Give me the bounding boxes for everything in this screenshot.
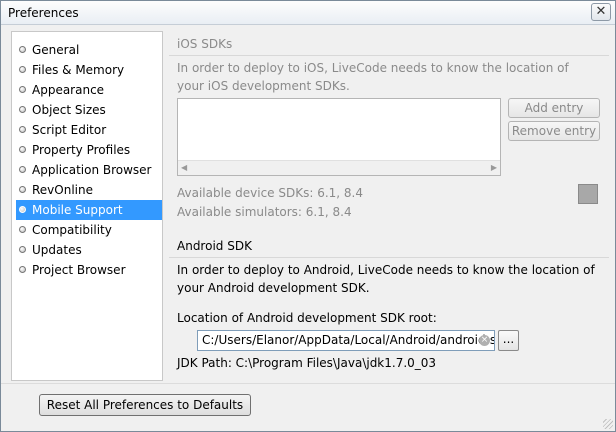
ios-description: In order to deploy to iOS, LiveCode need… bbox=[177, 61, 569, 93]
android-sdk-path-field[interactable]: C:/Users/Elanor/AppData/Local/Android/an… bbox=[197, 330, 495, 351]
close-icon: ✕ bbox=[595, 4, 607, 19]
sidebar-item-label: Project Browser bbox=[32, 263, 126, 277]
bullet-icon bbox=[19, 66, 26, 73]
sidebar-item-script-editor[interactable]: Script Editor bbox=[16, 120, 162, 140]
android-section-divider bbox=[169, 257, 609, 258]
sidebar-item-general[interactable]: General bbox=[16, 40, 162, 60]
available-simulators: Available simulators: 6.1, 8.4 bbox=[177, 205, 352, 219]
bullet-icon bbox=[19, 46, 26, 53]
sidebar-item-label: General bbox=[32, 43, 80, 57]
jdk-path-label: JDK Path: C:\Program Files\Java\jdk1.7.0… bbox=[177, 356, 437, 370]
sidebar-item-project-browser[interactable]: Project Browser bbox=[16, 260, 162, 280]
sidebar-item-updates[interactable]: Updates bbox=[16, 240, 162, 260]
bullet-icon bbox=[19, 146, 26, 153]
sidebar-item-label: Appearance bbox=[32, 83, 105, 97]
android-description: In order to deploy to Android, LiveCode … bbox=[177, 263, 595, 295]
sidebar-item-label: Updates bbox=[32, 243, 82, 257]
sidebar-item-application-browser[interactable]: Application Browser bbox=[16, 160, 162, 180]
sidebar-item-label: Object Sizes bbox=[32, 103, 106, 117]
sidebar-item-label: Property Profiles bbox=[32, 143, 131, 157]
android-section-title: Android SDK bbox=[177, 239, 252, 253]
sidebar-item-label: Script Editor bbox=[32, 123, 107, 137]
ios-section-divider bbox=[169, 55, 609, 56]
sidebar-item-label: Mobile Support bbox=[32, 203, 123, 217]
ios-sdk-list[interactable]: ◀ ▶ bbox=[177, 98, 501, 176]
ios-section-title: iOS SDKs bbox=[177, 37, 233, 51]
sidebar-item-property-profiles[interactable]: Property Profiles bbox=[16, 140, 162, 160]
status-swatch bbox=[578, 184, 598, 204]
reset-preferences-button[interactable]: Reset All Preferences to Defaults bbox=[39, 394, 251, 416]
sidebar-item-object-sizes[interactable]: Object Sizes bbox=[16, 100, 162, 120]
preferences-category-list: General Files & Memory Appearance Object Si… bbox=[11, 31, 163, 381]
sidebar-item-appearance[interactable]: Appearance bbox=[16, 80, 162, 100]
android-sdk-path-value: C:/Users/Elanor/AppData/Local/Android/an… bbox=[202, 333, 495, 347]
available-device-sdks: Available device SDKs: 6.1, 8.4 bbox=[177, 186, 363, 200]
browse-button[interactable]: ... bbox=[498, 330, 519, 351]
add-entry-button[interactable]: Add entry bbox=[508, 98, 600, 118]
android-location-label: Location of Android development SDK root… bbox=[177, 311, 437, 325]
resize-grip-icon[interactable] bbox=[603, 419, 613, 429]
ios-sdk-list-scrollbar[interactable]: ◀ ▶ bbox=[178, 160, 500, 175]
clear-field-icon[interactable]: × bbox=[479, 335, 490, 346]
bullet-icon bbox=[19, 86, 26, 93]
sidebar-item-label: Compatibility bbox=[32, 223, 112, 237]
bullet-icon bbox=[19, 126, 26, 133]
bullet-icon bbox=[19, 246, 26, 253]
sidebar-item-compatibility[interactable]: Compatibility bbox=[16, 220, 162, 240]
ios-sdks-section: iOS SDKs In order to deploy to iOS, Live… bbox=[169, 31, 609, 229]
sidebar-item-revonline[interactable]: RevOnline bbox=[16, 180, 162, 200]
bullet-icon bbox=[19, 206, 26, 213]
bullet-icon bbox=[19, 166, 26, 173]
bullet-icon bbox=[19, 226, 26, 233]
sidebar-item-files-memory[interactable]: Files & Memory bbox=[16, 60, 162, 80]
android-sdk-section: Android SDK In order to deploy to Androi… bbox=[169, 233, 609, 379]
bullet-icon bbox=[19, 106, 26, 113]
window-title: Preferences bbox=[8, 6, 79, 20]
scroll-left-icon[interactable]: ◀ bbox=[181, 163, 187, 172]
remove-entry-button[interactable]: Remove entry bbox=[508, 121, 600, 141]
sidebar-item-label: RevOnline bbox=[32, 183, 93, 197]
preferences-window: Preferences ✕ General Files & Memory Appea… bbox=[0, 0, 616, 432]
scroll-right-icon[interactable]: ▶ bbox=[491, 163, 497, 172]
title-bar[interactable]: Preferences ✕ bbox=[1, 1, 615, 25]
bullet-icon bbox=[19, 186, 26, 193]
sidebar-item-label: Application Browser bbox=[32, 163, 152, 177]
footer-divider bbox=[1, 383, 615, 384]
sidebar-item-label: Files & Memory bbox=[32, 63, 125, 77]
sidebar-item-mobile-support[interactable]: Mobile Support bbox=[16, 200, 162, 220]
close-button[interactable]: ✕ bbox=[591, 3, 611, 21]
bullet-icon bbox=[19, 266, 26, 273]
